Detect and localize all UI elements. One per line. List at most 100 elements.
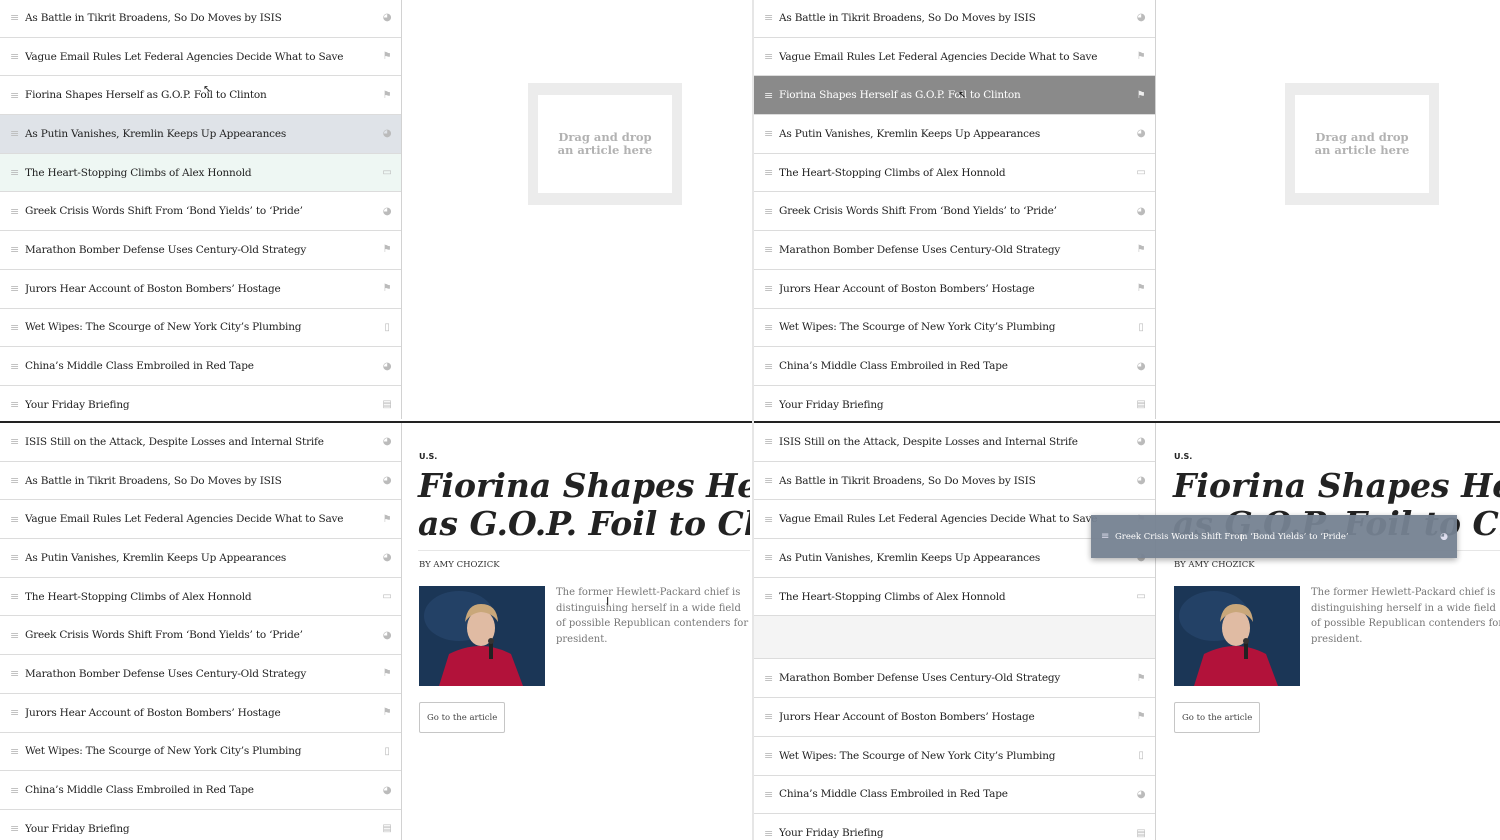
list-item[interactable]: ≡ Marathon Bomber Defense Uses Century-Ol… xyxy=(0,231,401,270)
drag-handle-icon[interactable]: ≡ xyxy=(0,243,25,256)
drag-handle-icon[interactable]: ≡ xyxy=(754,513,779,526)
article-title: Marathon Bomber Defense Uses Century-Old… xyxy=(779,672,1061,685)
article-title: Greek Crisis Words Shift From ‘Bond Yiel… xyxy=(779,205,1057,218)
list-item[interactable]: ≡ China’s Middle Class Embroiled in Red T… xyxy=(0,347,401,386)
list-item[interactable]: ≡ The Heart-Stopping Climbs of Alex Honno… xyxy=(754,154,1155,193)
drag-handle-icon[interactable]: ≡ xyxy=(0,667,25,680)
drag-handle-icon[interactable]: ≡ xyxy=(754,11,779,24)
drag-handle-icon[interactable]: ≡ xyxy=(0,822,25,835)
drag-handle-icon[interactable]: ≡ xyxy=(754,590,779,603)
drag-handle-icon[interactable]: ≡ xyxy=(754,474,779,487)
drag-handle-icon[interactable]: ≡ xyxy=(754,710,779,723)
drag-handle-icon[interactable]: ≡ xyxy=(754,672,779,685)
dragged-article-row[interactable]: ≡ Greek Crisis Words Shift From ‘Bond Yi… xyxy=(1091,515,1457,558)
drag-handle-icon[interactable]: ≡ xyxy=(0,205,25,218)
drag-handle-icon[interactable]: ≡ xyxy=(0,398,25,411)
drag-handle-icon[interactable]: ≡ xyxy=(754,205,779,218)
list-item[interactable]: ≡ Marathon Bomber Defense Uses Century-Ol… xyxy=(754,659,1155,699)
list-item[interactable]: ≡ Jurors Hear Account of Boston Bombers’ … xyxy=(754,698,1155,737)
drag-handle-icon[interactable]: ≡ xyxy=(0,551,25,564)
drag-handle-icon[interactable]: ≡ xyxy=(0,89,25,102)
drag-handle-icon[interactable]: ≡ xyxy=(0,11,25,24)
drag-handle-icon[interactable]: ≡ xyxy=(754,398,779,411)
drag-handle-icon[interactable]: ≡ xyxy=(754,50,779,63)
drag-handle-icon[interactable]: ≡ xyxy=(0,706,25,719)
list-item[interactable]: ≡ As Putin Vanishes, Kremlin Keeps Up App… xyxy=(0,539,401,578)
drag-handle-icon[interactable]: ≡ xyxy=(0,590,25,603)
world-icon: ◕ xyxy=(382,128,392,140)
drag-handle-icon[interactable]: ≡ xyxy=(754,788,779,801)
list-item[interactable]: ≡ Greek Crisis Words Shift From ‘Bond Yie… xyxy=(0,616,401,656)
list-item[interactable]: ≡ Wet Wipes: The Scourge of New York City… xyxy=(0,309,401,348)
list-item[interactable]: ≡ As Battle in Tikrit Broadens, So Do Mov… xyxy=(754,0,1155,38)
drop-placeholder-row[interactable] xyxy=(754,616,1155,660)
list-item[interactable]: ≡ As Battle in Tikrit Broadens, So Do Mov… xyxy=(0,462,401,501)
list-item[interactable]: ≡ Vague Email Rules Let Federal Agencies … xyxy=(754,38,1155,77)
list-item[interactable]: ≡ The Heart-Stopping Climbs of Alex Honno… xyxy=(0,578,401,617)
list-item[interactable]: ≡ As Battle in Tikrit Broadens, So Do Mov… xyxy=(754,462,1155,501)
world-icon: ◕ xyxy=(382,475,392,487)
list-item[interactable]: ≡ Jurors Hear Account of Boston Bombers’ … xyxy=(0,270,401,309)
drag-handle-icon[interactable]: ≡ xyxy=(754,551,779,564)
drag-handle-icon[interactable]: ≡ xyxy=(0,435,25,448)
drag-handle-icon[interactable]: ≡ xyxy=(0,321,25,334)
list-item[interactable]: ≡ The Heart-Stopping Climbs of Alex Honno… xyxy=(0,153,401,193)
list-item[interactable]: ≡ Jurors Hear Account of Boston Bombers’ … xyxy=(754,270,1155,309)
drag-handle-icon[interactable]: ≡ xyxy=(754,166,779,179)
drag-handle-icon[interactable]: ≡ xyxy=(0,474,25,487)
phone-icon: ▯ xyxy=(384,745,390,757)
list-item[interactable]: ≡ Your Friday Briefing ▤ xyxy=(754,386,1155,420)
drop-zone[interactable]: Drag and drop an article here xyxy=(1285,83,1439,205)
list-item[interactable]: ≡ Your Friday Briefing ▤ xyxy=(0,386,401,420)
drag-handle-icon[interactable]: ≡ xyxy=(754,749,779,762)
drag-handle-icon[interactable]: ≡ xyxy=(0,629,25,642)
drag-handle-icon[interactable]: ≡ xyxy=(754,321,779,334)
drag-handle-icon[interactable]: ≡ xyxy=(0,745,25,758)
list-item[interactable]: ≡ Your Friday Briefing ▤ xyxy=(754,814,1155,840)
drag-handle-icon[interactable]: ≡ xyxy=(754,360,779,373)
list-item[interactable]: ≡ China’s Middle Class Embroiled in Red T… xyxy=(754,347,1155,386)
go-to-article-button[interactable]: Go to the article xyxy=(1174,702,1261,733)
drop-zone[interactable]: Drag and drop an article here xyxy=(528,83,682,205)
list-item[interactable]: ≡ The Heart-Stopping Climbs of Alex Honno… xyxy=(754,578,1155,617)
article-title: Fiorina Shapes Herself as G.O.P. Foil to… xyxy=(779,89,1021,102)
drag-handle-icon[interactable]: ≡ xyxy=(1091,531,1115,542)
list-item[interactable]: ≡ Fiorina Shapes Herself as G.O.P. Foil t… xyxy=(0,76,401,116)
drag-handle-icon[interactable]: ≡ xyxy=(754,127,779,140)
list-item[interactable]: ≡ China’s Middle Class Embroiled in Red T… xyxy=(0,771,401,810)
list-item[interactable]: ≡ As Putin Vanishes, Kremlin Keeps Up App… xyxy=(754,115,1155,154)
article-title: Fiorina Shapes Herself as G.O.P. Foil to… xyxy=(25,89,267,102)
drag-handle-icon[interactable]: ≡ xyxy=(754,435,779,448)
go-to-article-button[interactable]: Go to the article xyxy=(419,702,506,733)
list-item[interactable]: ≡ China’s Middle Class Embroiled in Red T… xyxy=(754,776,1155,815)
drag-handle-icon[interactable]: ≡ xyxy=(0,127,25,140)
drag-handle-icon[interactable]: ≡ xyxy=(0,513,25,526)
list-item[interactable]: ≡ ISIS Still on the Attack, Despite Losse… xyxy=(754,423,1155,462)
list-item[interactable]: ≡ Greek Crisis Words Shift From ‘Bond Yie… xyxy=(754,192,1155,232)
drag-handle-icon[interactable]: ≡ xyxy=(754,89,779,102)
list-item[interactable]: ≡ Wet Wipes: The Scourge of New York City… xyxy=(0,733,401,772)
drag-handle-icon[interactable]: ≡ xyxy=(0,360,25,373)
list-item[interactable]: ≡ Marathon Bomber Defense Uses Century-Ol… xyxy=(0,655,401,694)
list-item[interactable]: ≡ ISIS Still on the Attack, Despite Losse… xyxy=(0,423,401,462)
list-item[interactable]: ≡ As Battle in Tikrit Broadens, So Do Mov… xyxy=(0,0,401,38)
list-item[interactable]: ≡ Vague Email Rules Let Federal Agencies … xyxy=(0,38,401,77)
list-item[interactable]: ≡ Wet Wipes: The Scourge of New York City… xyxy=(754,737,1155,776)
list-item[interactable]: ≡ Vague Email Rules Let Federal Agencies … xyxy=(0,500,401,540)
drag-handle-icon[interactable]: ≡ xyxy=(0,784,25,797)
drag-handle-icon[interactable]: ≡ xyxy=(0,50,25,63)
drag-handle-icon[interactable]: ≡ xyxy=(754,282,779,295)
article-title: ISIS Still on the Attack, Despite Losses… xyxy=(25,435,324,448)
drag-handle-icon[interactable]: ≡ xyxy=(754,243,779,256)
list-item[interactable]: ≡ Your Friday Briefing ▤ xyxy=(0,810,401,840)
article-title: As Battle in Tikrit Broadens, So Do Move… xyxy=(25,11,282,24)
list-item[interactable]: ≡ Marathon Bomber Defense Uses Century-Ol… xyxy=(754,231,1155,270)
drag-handle-icon[interactable]: ≡ xyxy=(754,827,779,840)
list-item[interactable]: ≡ Jurors Hear Account of Boston Bombers’ … xyxy=(0,694,401,733)
drag-handle-icon[interactable]: ≡ xyxy=(0,282,25,295)
list-item[interactable]: ≡ Fiorina Shapes Herself as G.O.P. Foil t… xyxy=(754,76,1155,116)
drag-handle-icon[interactable]: ≡ xyxy=(0,166,25,179)
list-item[interactable]: ≡ Greek Crisis Words Shift From ‘Bond Yie… xyxy=(0,192,401,232)
list-item[interactable]: ≡ Wet Wipes: The Scourge of New York City… xyxy=(754,309,1155,348)
list-item[interactable]: ≡ As Putin Vanishes, Kremlin Keeps Up App… xyxy=(0,115,401,154)
